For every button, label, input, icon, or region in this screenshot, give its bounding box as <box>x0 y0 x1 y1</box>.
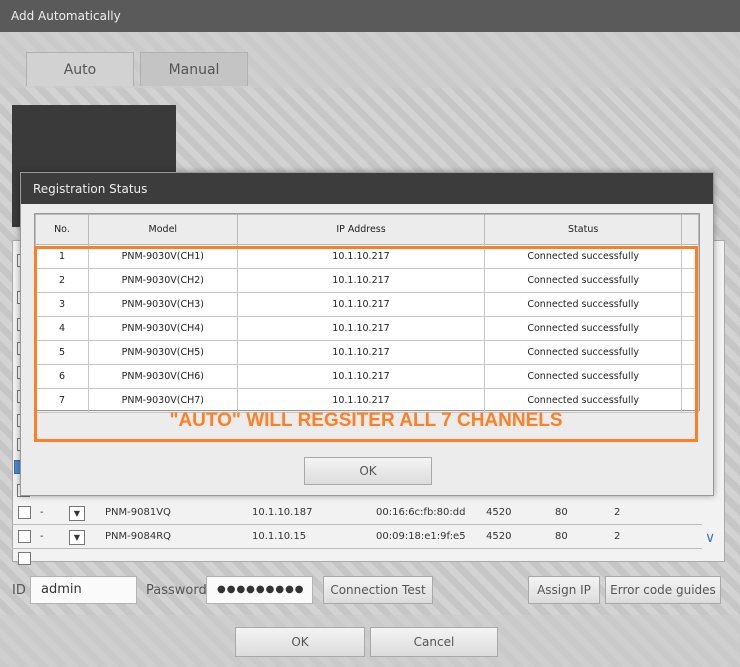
id-field[interactable]: admin <box>30 576 137 604</box>
cancel-button[interactable]: Cancel <box>370 627 498 657</box>
dialog-title: Registration Status <box>21 173 713 204</box>
column-header-no: No. <box>35 214 89 245</box>
annotation-text: "AUTO" WILL REGSITER ALL 7 CHANNELS <box>169 410 563 431</box>
password-field[interactable]: ●●●●●●●●● <box>206 576 313 604</box>
column-header-spacer <box>681 214 699 245</box>
chevron-down-icon[interactable]: ∨ <box>705 530 715 546</box>
tab-auto[interactable]: Auto <box>26 52 134 86</box>
row-checkbox[interactable] <box>18 530 31 543</box>
chevron-down-icon[interactable]: ▼ <box>69 506 85 521</box>
row-checkbox[interactable] <box>18 506 31 519</box>
table-row[interactable]: - ▼ PNM-9084RQ 10.1.10.15 00:09:18:e1:9f… <box>12 526 702 549</box>
chevron-down-icon[interactable]: ▼ <box>69 530 85 545</box>
table-row[interactable]: - ▼ PNM-9081VQ 10.1.10.187 00:16:6c:fb:8… <box>12 502 702 525</box>
tab-manual[interactable]: Manual <box>140 52 248 86</box>
window-title: Add Automatically <box>0 0 740 32</box>
assign-ip-button[interactable]: Assign IP <box>528 576 600 604</box>
row-checkbox[interactable] <box>18 552 31 565</box>
dialog-ok-button[interactable]: OK <box>304 457 432 485</box>
error-code-guides-button[interactable]: Error code guides <box>605 576 721 604</box>
password-label: Password <box>146 583 207 598</box>
connection-test-button[interactable]: Connection Test <box>323 576 433 604</box>
column-header-ip: IP Address <box>236 214 486 245</box>
column-header-status: Status <box>484 214 683 245</box>
table-row <box>12 550 702 565</box>
column-header-model: Model <box>87 214 238 245</box>
ok-button[interactable]: OK <box>235 627 365 657</box>
id-label: ID <box>12 583 26 598</box>
